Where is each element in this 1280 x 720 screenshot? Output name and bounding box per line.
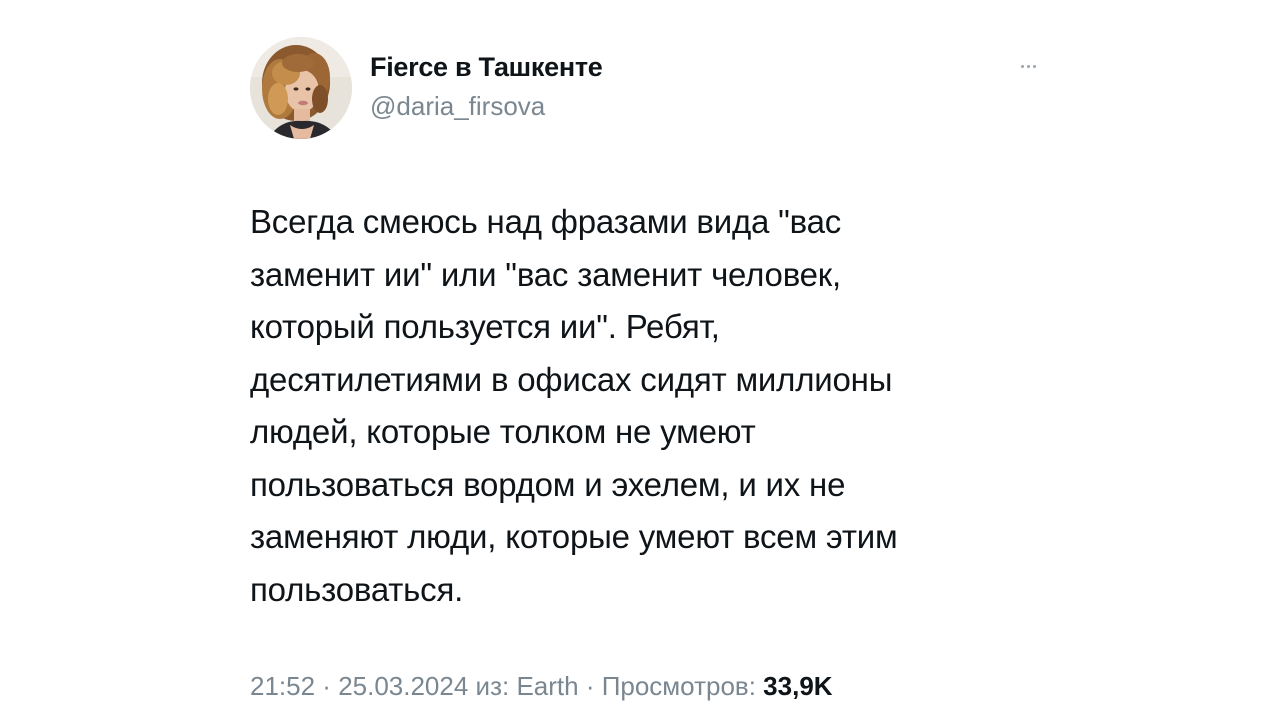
author-names: Fierce в Ташкенте @daria_firsova	[370, 50, 603, 122]
tweet-text-line: который пользуется ии". Ребят,	[250, 308, 720, 345]
tweet-text-line: пользоваться вордом и эхелем, и их не	[250, 465, 846, 503]
tweet-date[interactable]: 25.03.2024	[338, 671, 468, 701]
tweet-card: Fierce в Ташкенте @daria_firsova Всегда …	[250, 36, 1050, 706]
tweet-text-line: пользоваться.	[250, 570, 464, 608]
tweet-time[interactable]: 21:52	[250, 671, 315, 701]
tweet-source: из: Earth	[468, 671, 579, 701]
more-dot	[1026, 64, 1030, 68]
more-dot	[1020, 64, 1024, 68]
more-dot	[1032, 64, 1036, 68]
meta-separator: ·	[315, 671, 339, 701]
tweet-text-line: заменит ии" или "вас заменит человек,	[250, 255, 842, 293]
more-horizontal-icon[interactable]	[1010, 54, 1046, 78]
user-avatar-photo-icon	[250, 37, 352, 139]
author-handle[interactable]: @daria_firsova	[370, 90, 602, 122]
tweet-text-line: Всегда смеюсь над фразами вида "вас	[250, 203, 842, 240]
avatar[interactable]	[250, 37, 352, 139]
author-display-name[interactable]: Fierce в Ташкенте	[370, 50, 603, 84]
views-count[interactable]: 33,9K	[763, 671, 832, 701]
views-label: Просмотров:	[601, 671, 764, 701]
tweet-header: Fierce в Ташкенте @daria_firsova	[250, 36, 1050, 140]
tweet-text-line: десятилетиями в офисах сидят миллионы	[250, 360, 893, 398]
tweet-text-line: заменяют люди, которые умеют всем этим	[250, 518, 898, 555]
tweet-text: Всегда смеюсь над фразами вида "вас заме…	[250, 196, 1050, 616]
tweet-text-line: людей, которые толком не умеют	[250, 413, 756, 450]
meta-separator: ·	[578, 671, 602, 701]
tweet-meta: 21:52 · 25.03.2024 из: Earth · Просмотро…	[250, 670, 833, 702]
